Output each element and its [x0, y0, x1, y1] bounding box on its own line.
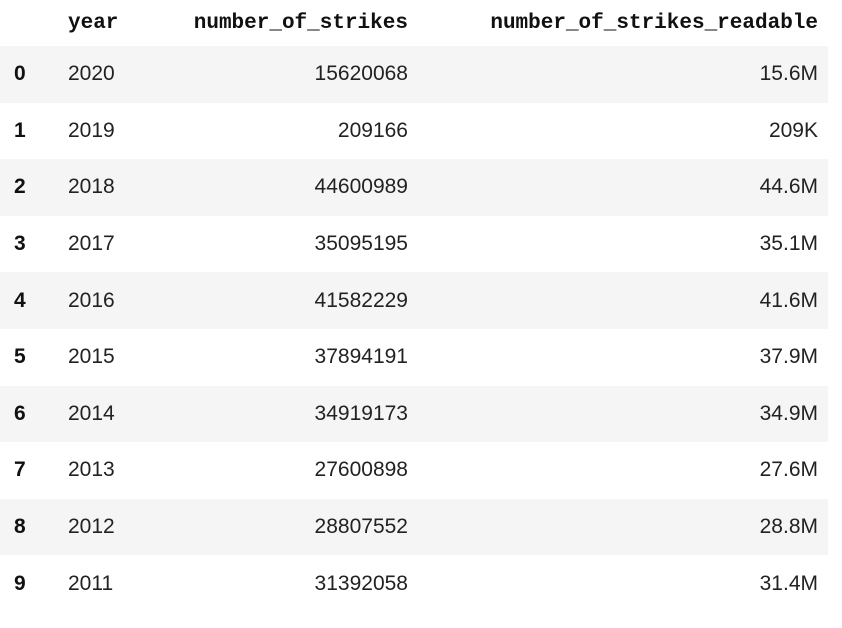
cell-year: 2020 [68, 62, 115, 86]
column-header-number-of-strikes-readable: number_of_strikes_readable [490, 11, 818, 35]
table-row: 2 2018 44600989 44.6M [0, 159, 828, 216]
row-index: 6 [14, 401, 26, 425]
cell-number-of-strikes: 28807552 [314, 515, 408, 539]
column-header-year: year [68, 11, 119, 35]
column-header-number-of-strikes: number_of_strikes [193, 11, 408, 35]
cell-year: 2012 [68, 515, 115, 539]
cell-number-of-strikes-readable: 27.6M [759, 458, 818, 482]
table-row: 6 2014 34919173 34.9M [0, 385, 828, 443]
table-row: 9 2011 31392058 31.4M [0, 555, 828, 612]
cell-number-of-strikes-readable: 35.1M [759, 232, 818, 256]
cell-year: 2018 [68, 175, 115, 199]
cell-year: 2014 [68, 401, 115, 425]
table-row: 8 2012 28807552 28.8M [0, 498, 828, 556]
row-index: 4 [14, 288, 26, 312]
table-row: 1 2019 209166 209K [0, 102, 828, 160]
row-index: 9 [14, 571, 26, 595]
row-index: 3 [14, 232, 26, 256]
table-row: 7 2013 27600898 27.6M [0, 442, 828, 499]
table-header: year number_of_strikes number_of_strikes… [0, 0, 828, 46]
cell-year: 2015 [68, 345, 115, 369]
row-index: 5 [14, 345, 26, 369]
index-header [0, 0, 54, 46]
table-row: 0 2020 15620068 15.6M [0, 46, 828, 103]
cell-number-of-strikes: 15620068 [314, 62, 408, 86]
row-index: 2 [14, 175, 26, 199]
row-index: 1 [14, 118, 26, 142]
cell-year: 2019 [68, 118, 115, 142]
cell-number-of-strikes: 209166 [337, 118, 408, 142]
header-row: year number_of_strikes number_of_strikes… [0, 0, 828, 46]
table-row: 3 2017 35095195 35.1M [0, 215, 828, 273]
cell-number-of-strikes: 34919173 [314, 401, 408, 425]
cell-number-of-strikes-readable: 31.4M [759, 571, 818, 595]
cell-number-of-strikes: 41582229 [314, 288, 408, 312]
cell-number-of-strikes: 27600898 [314, 458, 408, 482]
cell-number-of-strikes: 35095195 [314, 232, 408, 256]
row-index: 7 [14, 458, 26, 482]
dataframe-output: year number_of_strikes number_of_strikes… [0, 0, 842, 612]
cell-year: 2011 [68, 571, 114, 595]
cell-number-of-strikes-readable: 34.9M [759, 401, 818, 425]
table-body: 0 2020 15620068 15.6M 1 2019 209166 209K… [0, 46, 828, 612]
cell-number-of-strikes-readable: 15.6M [759, 62, 818, 86]
cell-number-of-strikes-readable: 37.9M [759, 345, 818, 369]
cell-number-of-strikes-readable: 28.8M [759, 515, 818, 539]
cell-number-of-strikes: 44600989 [314, 175, 408, 199]
dataframe-table: year number_of_strikes number_of_strikes… [0, 0, 828, 612]
table-row: 4 2016 41582229 41.6M [0, 272, 828, 329]
cell-year: 2013 [68, 458, 115, 482]
cell-number-of-strikes: 31392058 [314, 571, 408, 595]
cell-year: 2016 [68, 288, 115, 312]
table-row: 5 2015 37894191 37.9M [0, 328, 828, 386]
row-index: 8 [14, 515, 26, 539]
cell-number-of-strikes-readable: 44.6M [759, 175, 818, 199]
cell-number-of-strikes-readable: 41.6M [759, 288, 818, 312]
cell-number-of-strikes: 37894191 [314, 345, 408, 369]
cell-number-of-strikes-readable: 209K [768, 118, 818, 142]
cell-year: 2017 [68, 232, 115, 256]
row-index: 0 [14, 62, 26, 86]
